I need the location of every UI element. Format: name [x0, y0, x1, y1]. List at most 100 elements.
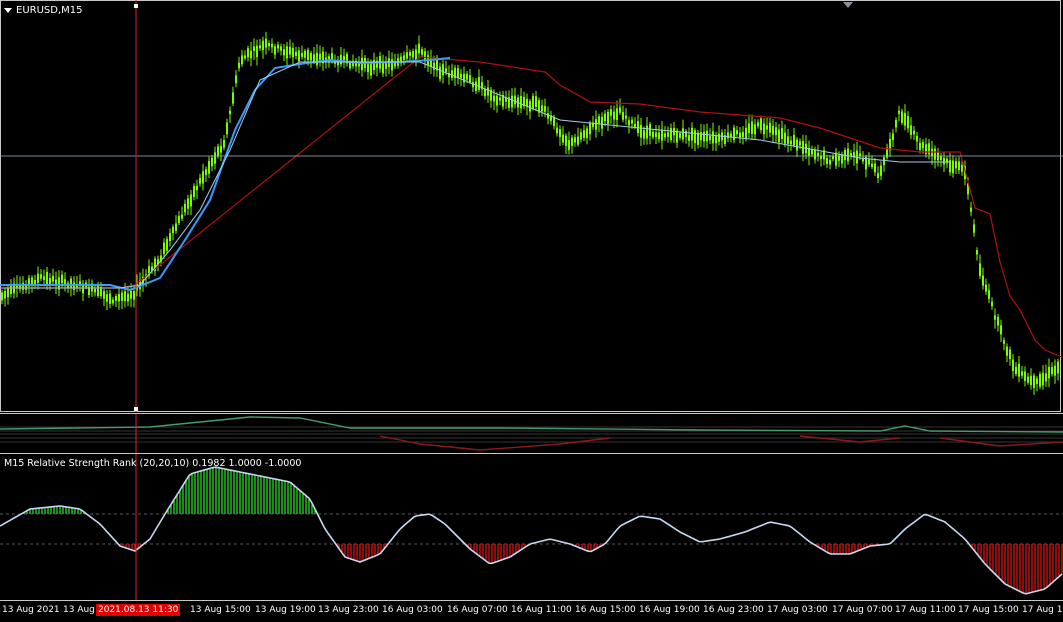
oscillator-pane[interactable] [0, 413, 1063, 454]
time-axis-label: 13 Aug 15:00 [190, 605, 251, 615]
symbol-label[interactable]: EURUSD,M15 [4, 5, 82, 16]
candle-body [511, 95, 513, 108]
candle-body [223, 140, 225, 148]
candle-body [433, 62, 435, 70]
oscillator-green-line [0, 416, 1063, 433]
candle-body [532, 95, 534, 109]
candle-body [130, 290, 132, 299]
candle-body [1036, 378, 1038, 384]
candle-body [1054, 365, 1056, 376]
candle-body [985, 284, 987, 292]
collapse-triangle-icon[interactable] [4, 7, 12, 13]
candle-body [271, 43, 273, 48]
candle-body [610, 109, 612, 116]
candle-body [409, 52, 411, 56]
candle-body [544, 106, 546, 112]
rsr-histogram-svg [0, 454, 1063, 601]
shift-marker-icon[interactable] [843, 2, 853, 8]
candle-body [493, 95, 495, 102]
candle-body [289, 46, 291, 55]
candle-body [64, 279, 66, 285]
candle-body [199, 177, 201, 184]
candle-body [310, 52, 312, 61]
candle-body [634, 123, 636, 128]
candle-body [7, 288, 9, 298]
candle-body [412, 51, 414, 58]
candle-body [928, 143, 930, 155]
candle-body [1012, 359, 1014, 371]
candle-body [73, 282, 75, 290]
candle-body [133, 291, 135, 300]
candle-body [745, 127, 747, 138]
candle-body [616, 108, 618, 120]
candle-body [781, 128, 783, 140]
candle-body [742, 132, 744, 138]
candle-body [169, 233, 171, 241]
candle-body [475, 81, 477, 92]
candle-body [163, 242, 165, 254]
candle-body [391, 59, 393, 71]
candle-body [811, 149, 813, 155]
rsr-indicator-pane[interactable]: M15 Relative Strength Rank (20,20,10) 0.… [0, 453, 1063, 601]
price-chart-pane[interactable]: EURUSD,M15 [0, 0, 1063, 412]
crosshair-handle-top [134, 4, 138, 8]
candle-body [667, 132, 669, 137]
candle-body [907, 116, 909, 129]
candle-body [118, 293, 120, 302]
candle-body [910, 125, 912, 135]
candle-body [259, 45, 261, 49]
candle-body [883, 157, 885, 166]
candle-body [904, 112, 906, 126]
candle-body [1, 292, 3, 301]
candle-body [898, 110, 900, 114]
candle-body [295, 51, 297, 56]
time-axis-label: 13 Aug 23:00 [318, 605, 379, 615]
candle-body [919, 142, 921, 150]
candle-body [1018, 363, 1020, 377]
candle-body [922, 141, 924, 149]
candle-body [604, 113, 606, 122]
candle-body [790, 140, 792, 145]
candle-body [991, 301, 993, 307]
candle-body [94, 288, 96, 293]
candle-body [514, 95, 516, 105]
candle-body [211, 157, 213, 167]
candle-body [769, 122, 771, 133]
candle-body [871, 163, 873, 167]
candle-body [103, 290, 105, 299]
candle-body [643, 130, 645, 139]
candle-body [442, 64, 444, 76]
candle-body [451, 70, 453, 79]
oscillator-svg [0, 414, 1063, 454]
candle-body [43, 276, 45, 280]
candle-body [463, 73, 465, 83]
candle-body [520, 95, 522, 109]
time-axis-label: 17 Aug 11:00 [895, 605, 956, 615]
candle-body [637, 121, 639, 134]
time-axis-label: 13 Aug 19:00 [255, 605, 316, 615]
time-axis[interactable]: 13 Aug 2021 13 Aug 13 Aug 15:00 13 Aug 19:0… [0, 600, 1063, 622]
candle-body [982, 275, 984, 286]
candle-body [631, 119, 633, 124]
candle-body [751, 121, 753, 135]
candle-body [772, 125, 774, 135]
candle-body [1003, 340, 1005, 344]
candle-body [382, 62, 384, 74]
candle-body [1048, 366, 1050, 379]
candle-body [712, 131, 714, 144]
time-axis-label: 16 Aug 19:00 [639, 605, 700, 615]
price-chart-svg[interactable] [0, 0, 1063, 412]
candle-body [640, 124, 642, 138]
candle-body [406, 52, 408, 59]
candle-body [256, 45, 258, 58]
candle-body [529, 101, 531, 112]
candle-body [343, 55, 345, 61]
candle-body [220, 145, 222, 153]
candle-body [589, 122, 591, 135]
candle-body [598, 116, 600, 124]
symbol-text: EURUSD,M15 [16, 5, 83, 16]
candle-body [319, 53, 321, 60]
candle-body [778, 129, 780, 143]
candle-body [193, 185, 195, 197]
candle-body [976, 250, 978, 255]
